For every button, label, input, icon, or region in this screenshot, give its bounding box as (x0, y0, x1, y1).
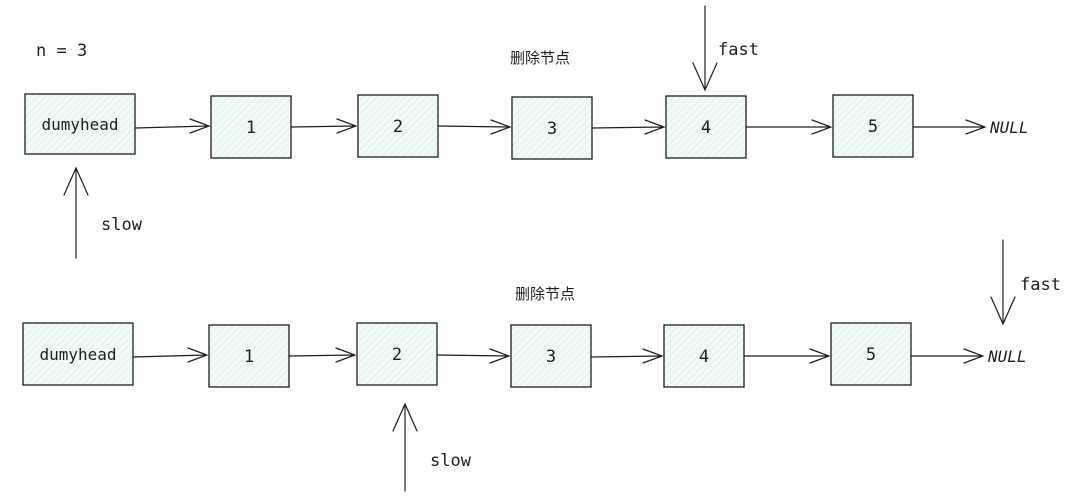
linked-list-diagram: n = 3 删除节点 dumyhead 1 2 3 4 5 NULL fast … (22, 5, 1061, 492)
slow-label: slow (430, 451, 472, 471)
row-1-null-label: NULL (989, 118, 1029, 137)
row-1-node-dumyhead: dumyhead (24, 93, 136, 155)
row-2-null-label: NULL (987, 347, 1027, 366)
row-2-node-dumyhead: dumyhead (22, 322, 134, 386)
row-2-fast-pointer: fast (990, 239, 1061, 326)
slow-arrow-icon (63, 166, 89, 259)
row-1: 删除节点 dumyhead 1 2 3 4 5 NULL fast slow (24, 5, 1029, 259)
node-label: 4 (699, 347, 709, 367)
slow-label: slow (101, 215, 143, 235)
row-2-node-5: 5 (830, 322, 912, 386)
row-1-node-2: 2 (357, 94, 439, 158)
row-2-caption: 删除节点 (515, 285, 575, 303)
node-label: dumyhead (41, 115, 118, 134)
node-label: 1 (244, 347, 254, 367)
row-2-node-4: 4 (663, 324, 745, 388)
node-label: 1 (246, 118, 256, 138)
row-2-node-2: 2 (356, 322, 438, 386)
row-1-node-3: 3 (511, 96, 593, 160)
node-label: 2 (392, 345, 402, 365)
row-1-fast-pointer: fast (692, 5, 759, 92)
row-2-node-3: 3 (510, 324, 592, 388)
row-2-slow-pointer: slow (392, 402, 472, 492)
slow-arrow-icon (392, 402, 418, 492)
node-label: 5 (868, 117, 878, 137)
node-label: 3 (547, 119, 557, 139)
fast-label: fast (1020, 275, 1061, 295)
node-label: 5 (866, 345, 876, 365)
n-label: n = 3 (36, 41, 87, 61)
node-label: 3 (546, 347, 556, 367)
row-1-node-4: 4 (665, 95, 747, 159)
row-1-node-5: 5 (832, 94, 914, 158)
row-1-node-1: 1 (210, 95, 292, 159)
row-2-node-1: 1 (208, 324, 290, 388)
node-label: 2 (393, 117, 403, 137)
node-label: dumyhead (39, 345, 116, 364)
row-2: 删除节点 dumyhead 1 2 3 4 5 NULL fast slow (22, 239, 1061, 492)
row-1-slow-pointer: slow (63, 166, 143, 259)
fast-arrow-icon (990, 239, 1016, 326)
fast-label: fast (718, 40, 759, 60)
node-label: 4 (701, 118, 711, 138)
row-1-caption: 删除节点 (510, 49, 570, 67)
fast-arrow-icon (692, 5, 718, 92)
